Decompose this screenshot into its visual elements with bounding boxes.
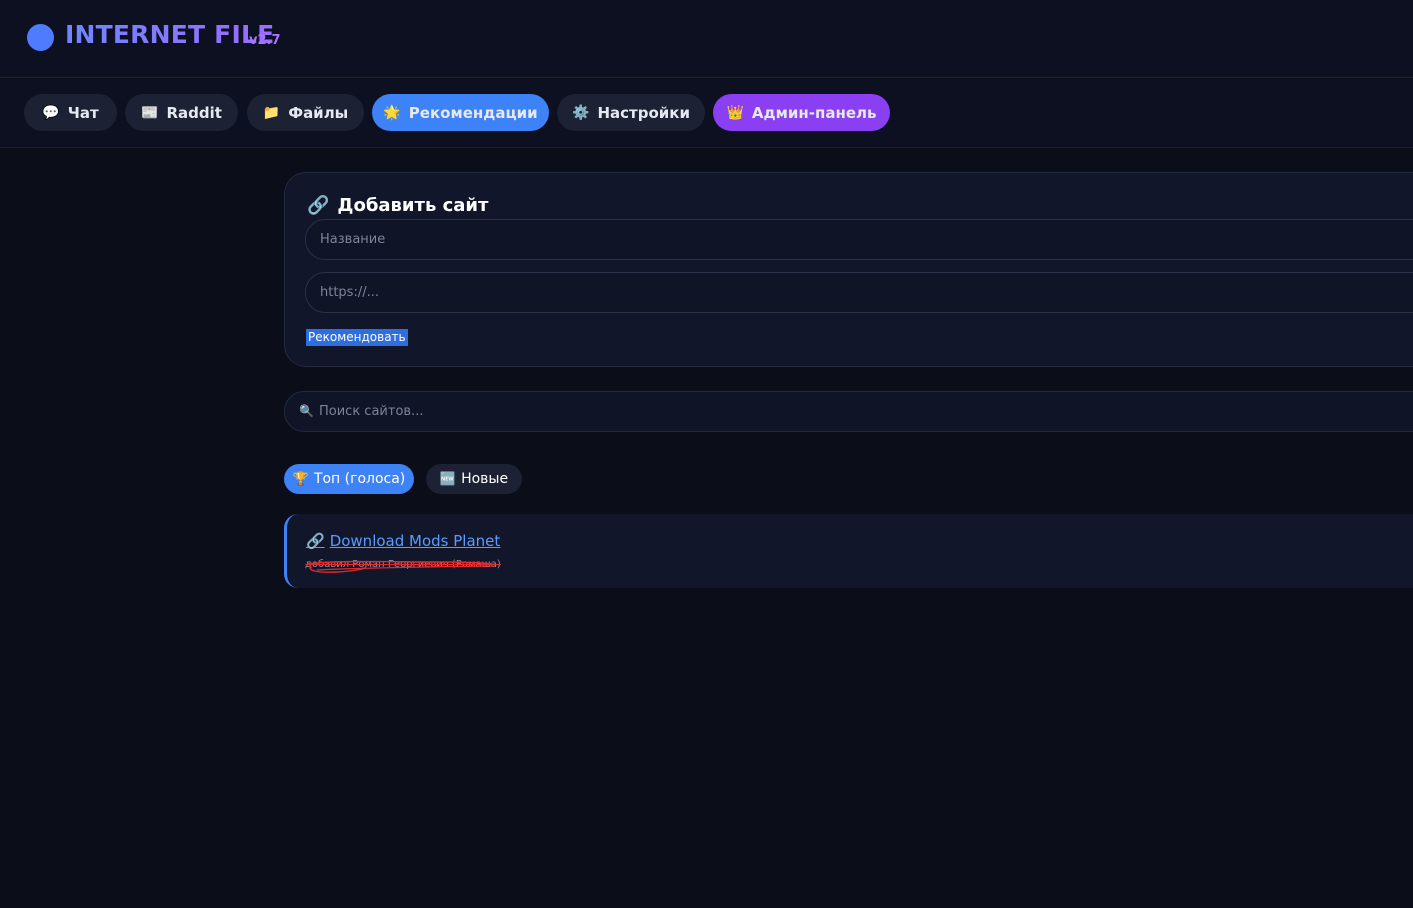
site-search: 🔍 [284, 391, 1413, 432]
chat-icon: 💬 [42, 104, 60, 121]
tab-settings[interactable]: ⚙️ Настройки [557, 94, 705, 131]
filter-top-votes[interactable]: 🏆 Топ (голоса) [284, 464, 414, 494]
tab-recommendations-label: Рекомендации [408, 103, 538, 122]
site-link-text: Download Mods Planet [329, 532, 501, 550]
trophy-icon: 🏆 [292, 471, 309, 487]
tab-raddit-label: Raddit [166, 103, 222, 122]
app-header: INTERNET FILE v2.7 [0, 0, 1413, 78]
tab-chat[interactable]: 💬 Чат [24, 94, 117, 131]
link-icon: 🔗 [306, 532, 325, 550]
tab-admin-panel-label: Админ-панель [751, 103, 877, 122]
filter-new-label: Новые [461, 471, 509, 487]
tab-files-label: Файлы [288, 103, 349, 122]
gear-icon: ⚙️ [572, 104, 590, 121]
newspaper-icon: 📰 [141, 104, 159, 121]
crown-icon: 👑 [726, 104, 744, 121]
add-site-card: 🔗 Добавить сайт Рекомендовать [284, 172, 1413, 367]
tab-recommendations[interactable]: 🌟 Рекомендации [372, 94, 549, 131]
app-version: v2.7 [249, 33, 281, 48]
site-list-item: 🔗 Download Mods Planet добавил Роман Геор… [284, 514, 1413, 588]
site-url-input[interactable] [305, 272, 1413, 313]
tab-files[interactable]: 📁 Файлы [247, 94, 364, 131]
link-icon: 🔗 [307, 195, 330, 216]
tab-chat-label: Чат [67, 103, 99, 122]
tab-raddit[interactable]: 📰 Raddit [125, 94, 238, 131]
site-search-input[interactable] [319, 392, 1413, 431]
add-site-title: 🔗 Добавить сайт [307, 195, 488, 216]
site-link[interactable]: 🔗 Download Mods Planet [306, 532, 500, 550]
recommend-button[interactable]: Рекомендовать [306, 329, 408, 346]
site-added-by: добавил Роман Георгиевич (Ромаша) [305, 559, 501, 570]
tab-admin-panel[interactable]: 👑 Админ-панель [713, 94, 890, 131]
star-icon: 🌟 [383, 104, 401, 121]
site-name-input[interactable] [305, 219, 1413, 260]
tab-settings-label: Настройки [597, 103, 690, 122]
logo-dot-icon [27, 24, 54, 51]
filter-new[interactable]: 🆕 Новые [426, 464, 522, 494]
app-title: INTERNET FILE [65, 20, 275, 49]
main-nav: 💬 Чат 📰 Raddit 📁 Файлы 🌟 Рекомендации ⚙️… [0, 79, 1413, 148]
search-icon: 🔍 [299, 404, 314, 418]
new-icon: 🆕 [439, 471, 457, 487]
filter-top-votes-label: Топ (голоса) [313, 471, 406, 487]
folder-icon: 📁 [262, 104, 281, 121]
add-site-title-text: Добавить сайт [337, 195, 489, 216]
